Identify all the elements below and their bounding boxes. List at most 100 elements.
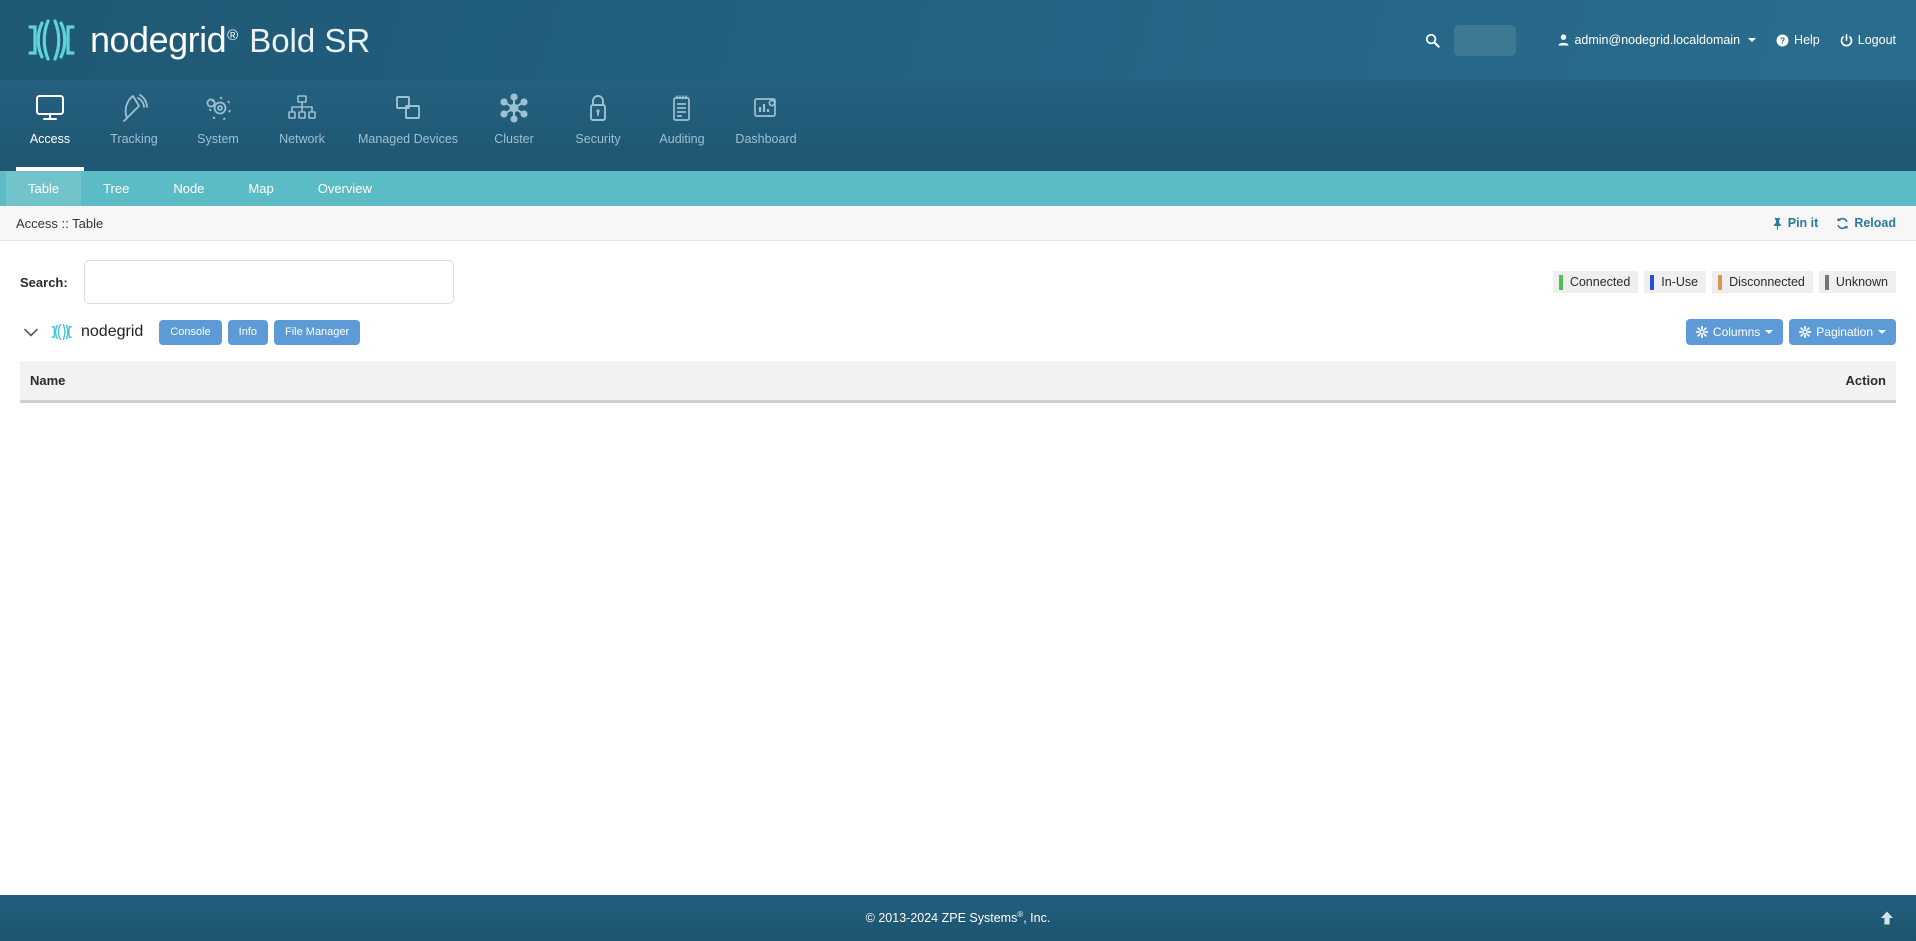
table-header-row: Name Action xyxy=(20,361,1896,403)
nav-item-managed-devices[interactable]: Managed Devices xyxy=(344,80,472,171)
brand-text: nodegrid ® Bold SR xyxy=(90,19,370,61)
nav-label-auditing: Auditing xyxy=(659,132,705,146)
svg-text:?: ? xyxy=(1780,35,1785,45)
nav-label-cluster: Cluster xyxy=(494,132,534,146)
monitor-icon xyxy=(35,91,65,125)
status-legend: Connected In-Use Disconnected Unknown xyxy=(1552,271,1896,293)
legend-disconnected: Disconnected xyxy=(1712,271,1813,293)
info-button[interactable]: Info xyxy=(227,319,268,345)
reload-label: Reload xyxy=(1854,216,1896,230)
legend-color-connected xyxy=(1558,274,1563,290)
content-area: Search: Connected In-Use Disconnected Un… xyxy=(0,241,1916,895)
search-row: Search: Connected In-Use Disconnected Un… xyxy=(20,241,1896,304)
nav-label-managed-devices: Managed Devices xyxy=(357,132,459,146)
chart-icon xyxy=(751,91,781,125)
pushpin-icon xyxy=(1772,217,1783,230)
nodegrid-mark-icon xyxy=(50,321,72,343)
nav-label-system: System xyxy=(197,132,239,146)
search-input[interactable] xyxy=(83,260,454,304)
node-row: nodegrid Console Info File Manager Colum… xyxy=(20,303,1896,355)
column-header-name[interactable]: Name xyxy=(20,361,918,403)
tab-overview[interactable]: Overview xyxy=(296,171,394,206)
gear-icon xyxy=(203,91,233,125)
sub-navigation: Table Tree Node Map Overview xyxy=(0,171,1916,206)
nav-item-system[interactable]: System xyxy=(176,80,260,171)
brand-name: nodegrid xyxy=(90,19,227,60)
breadcrumb-bar: Access :: Table Pin it Reload xyxy=(0,206,1916,241)
nav-item-network[interactable]: Network xyxy=(260,80,344,171)
nav-label-dashboard: Dashboard xyxy=(735,132,797,146)
devices-table: Name Action xyxy=(20,361,1896,403)
column-header-action[interactable]: Action xyxy=(917,361,1896,403)
nav-item-access[interactable]: Access xyxy=(8,80,92,171)
legend-color-disconnected xyxy=(1718,274,1723,290)
gear-icon xyxy=(1695,326,1708,338)
legend-color-unknown xyxy=(1824,274,1829,290)
legend-label-disconnected: Disconnected xyxy=(1729,275,1805,289)
chevron-down-icon xyxy=(1765,330,1774,334)
legend-label-unknown: Unknown xyxy=(1835,275,1888,289)
search-icon[interactable] xyxy=(1415,27,1450,54)
copyright: © 2013-2024 ZPE Systems®, Inc. xyxy=(866,910,1051,925)
main-navigation: Access Tracking System Network Managed D… xyxy=(0,80,1916,171)
copyright-suffix: , Inc. xyxy=(1023,911,1051,926)
logout-link[interactable]: Logout xyxy=(1840,33,1896,47)
question-circle-icon: ? xyxy=(1776,34,1789,47)
pagination-label: Pagination xyxy=(1816,325,1873,339)
logout-label: Logout xyxy=(1857,33,1896,47)
molecule-icon xyxy=(499,91,529,125)
pin-it-button[interactable]: Pin it xyxy=(1772,216,1818,230)
search-label: Search: xyxy=(20,274,68,290)
footer: © 2013-2024 ZPE Systems®, Inc. xyxy=(0,895,1916,941)
nav-item-cluster[interactable]: Cluster xyxy=(472,80,556,171)
refresh-icon xyxy=(1836,217,1849,230)
nav-item-security[interactable]: Security xyxy=(556,80,640,171)
help-link[interactable]: ? Help xyxy=(1776,33,1820,47)
windows-copy-icon xyxy=(393,91,423,125)
satellite-dish-icon xyxy=(119,91,149,125)
reload-button[interactable]: Reload xyxy=(1836,216,1896,230)
header-search-input[interactable] xyxy=(1454,24,1517,56)
legend-color-in-use xyxy=(1650,274,1655,290)
nav-item-tracking[interactable]: Tracking xyxy=(92,80,176,171)
nav-label-tracking: Tracking xyxy=(110,132,158,146)
columns-dropdown[interactable]: Columns xyxy=(1685,319,1784,345)
nav-label-security: Security xyxy=(575,132,621,146)
app-window: nodegrid ® Bold SR admin@nodegrid.locald… xyxy=(0,0,1916,941)
node-name: nodegrid xyxy=(81,323,144,340)
user-label: admin@nodegrid.localdomain xyxy=(1574,33,1741,47)
legend-unknown: Unknown xyxy=(1818,271,1896,293)
lock-icon xyxy=(585,91,611,125)
nav-item-auditing[interactable]: Auditing xyxy=(640,80,724,171)
legend-in-use: In-Use xyxy=(1644,271,1707,293)
nav-label-access: Access xyxy=(29,132,71,146)
arrow-up-icon[interactable] xyxy=(1880,911,1894,926)
power-icon xyxy=(1840,33,1853,47)
chevron-down-icon[interactable] xyxy=(20,321,42,343)
console-button[interactable]: Console xyxy=(159,319,222,345)
notepad-icon xyxy=(669,91,695,125)
brand-registered: ® xyxy=(227,27,239,44)
nav-item-dashboard[interactable]: Dashboard xyxy=(724,80,808,171)
breadcrumb: Access :: Table xyxy=(16,215,104,231)
nav-label-network: Network xyxy=(279,132,325,146)
breadcrumb-actions: Pin it Reload xyxy=(1772,216,1896,230)
tab-map[interactable]: Map xyxy=(226,171,295,206)
tab-table[interactable]: Table xyxy=(6,171,82,206)
chevron-down-icon xyxy=(1878,330,1886,334)
legend-label-in-use: In-Use xyxy=(1661,275,1699,289)
table-controls: Columns Pagination xyxy=(1685,319,1896,345)
file-manager-button[interactable]: File Manager xyxy=(274,319,361,345)
brand[interactable]: nodegrid ® Bold SR xyxy=(0,15,370,65)
tab-tree[interactable]: Tree xyxy=(81,171,151,206)
help-label: Help xyxy=(1794,33,1820,47)
gear-icon xyxy=(1799,326,1812,338)
table-header: Name Action xyxy=(20,361,1896,403)
tab-node[interactable]: Node xyxy=(151,171,226,206)
brand-model: Bold SR xyxy=(249,22,371,59)
legend-label-connected: Connected xyxy=(1569,275,1631,289)
sitemap-icon xyxy=(287,91,317,125)
pagination-dropdown[interactable]: Pagination xyxy=(1789,319,1896,345)
user-menu[interactable]: admin@nodegrid.localdomain xyxy=(1558,33,1757,47)
header-actions: admin@nodegrid.localdomain ? Help Logout xyxy=(1415,24,1916,56)
